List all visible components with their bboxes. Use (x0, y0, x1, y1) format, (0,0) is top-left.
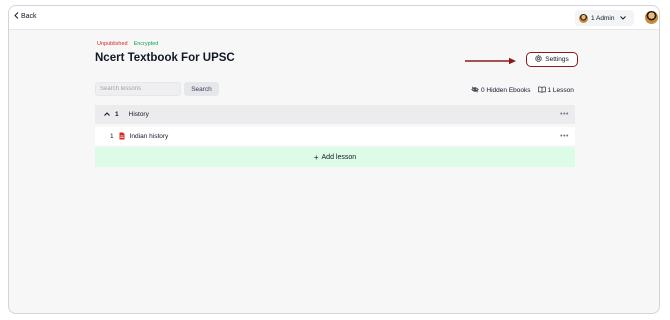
top-bar: Back 1 Admin (9, 6, 659, 30)
settings-label: Settings (545, 56, 569, 63)
pdf-icon (119, 132, 125, 140)
chapter-title: History (128, 111, 149, 118)
chapter-more-icon[interactable]: ••• (560, 111, 569, 118)
settings-button[interactable]: Settings (526, 52, 578, 67)
lesson-number: 1 (110, 132, 114, 140)
plus-icon: + (313, 152, 319, 162)
back-button[interactable]: Back (14, 12, 37, 21)
app-window: Back 1 Admin Unpublished Encrypted Ncert… (8, 5, 660, 314)
chevron-up-icon[interactable] (104, 111, 110, 118)
admin-dropdown[interactable]: 1 Admin (575, 10, 634, 26)
lesson-title[interactable]: Indian history (130, 133, 169, 140)
book-open-icon (537, 86, 546, 95)
back-label: Back (21, 13, 37, 20)
add-lesson-button[interactable]: + Add lesson (95, 147, 575, 167)
chapter-row[interactable]: 1 History ••• (95, 105, 575, 124)
add-lesson-label: Add lesson (321, 153, 357, 161)
hidden-ebooks-label: 0 Hidden Ebooks (481, 87, 531, 94)
page-title: Ncert Textbook For UPSC (95, 52, 235, 64)
status-badge-encrypted: Encrypted (133, 41, 159, 47)
search-button[interactable]: Search (184, 82, 219, 96)
course-status-badges: Unpublished Encrypted (97, 41, 158, 47)
admin-label: 1 Admin (591, 14, 615, 22)
chevron-left-icon (14, 12, 19, 21)
hidden-ebooks-stat[interactable]: 0 Hidden Ebooks (471, 86, 531, 95)
lesson-row[interactable]: 1 Indian history ••• (95, 127, 575, 145)
avatar (579, 13, 588, 23)
chapter-number: 1 (115, 111, 119, 118)
profile-avatar[interactable] (645, 11, 658, 24)
eye-off-icon (471, 86, 479, 95)
course-stats: 0 Hidden Ebooks 1 Lesson (471, 86, 574, 95)
annotation-arrow-icon (465, 57, 516, 65)
search-input[interactable] (95, 82, 181, 96)
lesson-more-icon[interactable]: ••• (560, 133, 569, 140)
chevron-down-icon (619, 15, 626, 22)
status-badge-unpublished: Unpublished (97, 41, 128, 47)
gear-icon (535, 54, 543, 64)
lesson-count-stat: 1 Lesson (537, 86, 574, 95)
lesson-count-label: 1 Lesson (547, 87, 574, 94)
